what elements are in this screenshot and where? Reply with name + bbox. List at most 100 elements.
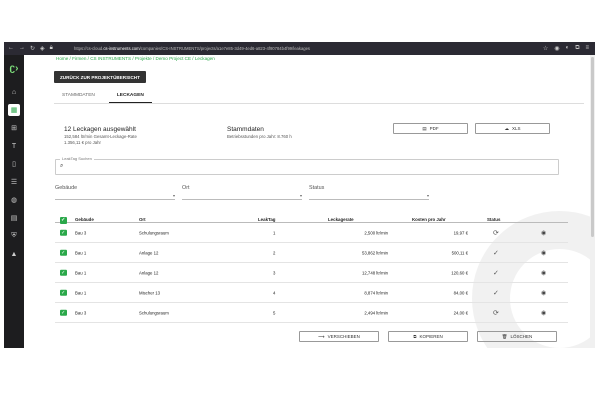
status-filter[interactable]: Status ▾ <box>309 185 429 200</box>
table-row[interactable]: ✓ Bau 1 Mischer 13 4 8,874 ltr/min 84,00 € ✓ ◉ <box>55 283 568 303</box>
sidebar: ʗ› ⌂ ▦ ⊞ T ▯ ☰ ◍ ▤ ⛨ ▲ <box>4 55 24 348</box>
eye-icon[interactable]: ◉ <box>541 249 546 256</box>
home-icon[interactable]: ⌂ <box>8 86 20 98</box>
cell-kosten: 500,11 € <box>451 250 468 255</box>
scrollbar[interactable] <box>590 55 595 348</box>
gebaeude-filter[interactable]: Gebäude ▾ <box>55 185 175 200</box>
tab-stammdaten[interactable]: STAMMDATEN <box>54 89 103 103</box>
header-gebaeude[interactable]: Gebäude <box>75 217 94 222</box>
browser-toolbar: ← → ↻ ◈ 🔒︎ https://cs-cloud.cs-instrumen… <box>4 42 595 55</box>
cell-leckagerate: 53,862 ltr/min <box>361 250 388 255</box>
add-icon[interactable]: ⊞ <box>8 122 20 134</box>
cell-leckagerate: 8,874 ltr/min <box>364 290 388 295</box>
ort-filter[interactable]: Ort ▾ <box>182 185 302 200</box>
menu-icon[interactable]: ≡ <box>585 45 589 52</box>
move-arrow-icon: ⟶ <box>318 333 325 339</box>
stammdaten-hours: Betriebsstunden pro Jahr: 8.760 h <box>227 134 292 139</box>
cell-ort: Mischer 13 <box>139 290 161 295</box>
cell-leckagerate: 2,500 ltr/min <box>364 230 388 235</box>
cloud-download-icon: ☁ <box>504 125 509 131</box>
chevron-down-icon: ▾ <box>299 193 302 198</box>
sync-status-icon: ⟳ <box>493 229 499 237</box>
back-to-projects-button[interactable]: ZURÜCK ZUR PROJEKTÜBERSICHT <box>54 71 146 83</box>
top-margin <box>0 0 600 42</box>
cell-leckagerate: 2,494 ltr/min <box>364 310 388 315</box>
loeschen-button[interactable]: 🗑︎ LÖSCHEN <box>477 331 557 342</box>
main-content: Home / Firmen / CS INSTRUMENTS / Projekt… <box>24 55 590 348</box>
lock-icon[interactable]: 🔒︎ <box>50 45 53 52</box>
extensions-icon[interactable]: ⧉ <box>575 45 579 52</box>
shield-extension-icon[interactable]: ◉ <box>554 45 559 52</box>
selection-summary: 12 Leckagen ausgewählt 152,584 ltr/min G… <box>64 126 137 146</box>
header-leaktag[interactable]: LeakTag <box>258 217 276 222</box>
eye-icon[interactable]: ◉ <box>541 309 546 316</box>
sync-status-icon: ⟳ <box>493 309 499 317</box>
tab-bar: STAMMDATEN LECKAGEN <box>54 89 584 104</box>
kopieren-button[interactable]: ⧉ KOPIEREN <box>388 331 468 342</box>
row-checkbox[interactable]: ✓ <box>60 249 67 256</box>
cell-leaktag: 3 <box>273 270 276 275</box>
cell-gebaeude: Bau 1 <box>75 270 87 275</box>
cell-leaktag: 1 <box>273 230 276 235</box>
cell-gebaeude: Bau 1 <box>75 250 87 255</box>
header-ort[interactable]: Ort <box>139 217 146 222</box>
stammdaten-title: Stammdaten <box>227 126 264 133</box>
eye-icon[interactable]: ◉ <box>541 229 546 236</box>
search-label: LeakTag Suchen <box>60 156 94 161</box>
device-icon[interactable]: ▯ <box>8 158 20 170</box>
leakage-table: ✓ Gebäude Ort LeakTag Leckagerate Kosten… <box>55 214 568 323</box>
action-bar: ⟶ VERSCHIEBEN ⧉ KOPIEREN 🗑︎ LÖSCHEN <box>299 331 557 342</box>
header-status[interactable]: Status <box>487 217 500 222</box>
cell-ort: Schulungsraum <box>139 230 169 235</box>
cs-logo-icon[interactable]: ʗ› <box>10 63 19 74</box>
summary-title: 12 Leckagen ausgewählt <box>64 126 136 133</box>
bookmark-star-icon[interactable]: ☆ <box>543 45 548 52</box>
eye-icon[interactable]: ◉ <box>541 289 546 296</box>
header-leckagerate[interactable]: Leckagerate <box>328 217 354 222</box>
summary-cost: 1.356,11 € pro Jahr <box>64 140 101 145</box>
done-status-icon: ✓ <box>493 269 499 277</box>
xls-export-button[interactable]: ☁ XLS <box>475 123 550 134</box>
reload-icon[interactable]: ↻ <box>30 45 35 52</box>
chevron-down-icon: ▾ <box>426 193 429 198</box>
table-row[interactable]: ✓ Bau 3 Schulungsraum 5 2,494 ltr/min 24,00 €… <box>55 303 568 323</box>
table-row[interactable]: ✓ Bau 1 Anlage 12 2 53,862 ltr/min 500,11 € ✓ ◉ <box>55 243 568 263</box>
cell-gebaeude: Bau 1 <box>75 290 87 295</box>
pdf-export-button[interactable]: ▤ PDF <box>393 123 468 134</box>
row-checkbox[interactable]: ✓ <box>60 289 67 296</box>
table-header: ✓ Gebäude Ort LeakTag Leckagerate Kosten… <box>55 214 568 224</box>
cell-leaktag: 5 <box>273 310 276 315</box>
cell-kosten: 84,00 € <box>453 290 468 295</box>
projects-icon[interactable]: ▦ <box>8 104 20 116</box>
header-kosten[interactable]: Kosten pro Jahr <box>412 217 446 222</box>
verschieben-button[interactable]: ⟶ VERSCHIEBEN <box>299 331 379 342</box>
clipboard-icon[interactable]: ▤ <box>8 212 20 224</box>
browser-nav: ← → ↻ ◈ 🔒︎ <box>4 45 68 52</box>
leaktag-search-input[interactable]: LeakTag Suchen ⌕ <box>55 156 559 175</box>
table-row[interactable]: ✓ Bau 1 Anlage 12 3 12,748 ltr/min 120,60 € ✓ ◉ <box>55 263 568 283</box>
globe-icon[interactable]: ◍ <box>8 194 20 206</box>
address-bar[interactable]: https://cs-cloud.cs-instruments.com/comp… <box>68 46 543 51</box>
text-icon[interactable]: T <box>8 140 20 152</box>
cell-ort: Schulungsraum <box>139 310 169 315</box>
account-icon[interactable]: ◐ <box>566 45 570 52</box>
forward-arrow-icon[interactable]: → <box>19 45 25 52</box>
row-checkbox[interactable]: ✓ <box>60 269 67 276</box>
shield-icon[interactable]: ◈ <box>40 45 45 52</box>
tab-leckagen[interactable]: LECKAGEN <box>108 89 152 103</box>
done-status-icon: ✓ <box>493 289 499 297</box>
table-row[interactable]: ✓ Bau 3 Schulungsraum 1 2,500 ltr/min 19,97 €… <box>55 223 568 243</box>
scrollbar-thumb[interactable] <box>591 57 594 237</box>
row-checkbox[interactable]: ✓ <box>60 309 67 316</box>
done-status-icon: ✓ <box>493 249 499 257</box>
cell-gebaeude: Bau 3 <box>75 230 87 235</box>
row-checkbox[interactable]: ✓ <box>60 229 67 236</box>
breadcrumb[interactable]: Home / Firmen / CS INSTRUMENTS / Projekt… <box>56 56 215 61</box>
eye-icon[interactable]: ◉ <box>541 269 546 276</box>
security-icon[interactable]: ⛨ <box>8 230 20 242</box>
cell-leaktag: 4 <box>273 290 276 295</box>
cell-ort: Anlage 12 <box>139 270 159 275</box>
back-arrow-icon[interactable]: ← <box>8 45 14 52</box>
education-icon[interactable]: ▲ <box>8 248 20 260</box>
list-icon[interactable]: ☰ <box>8 176 20 188</box>
